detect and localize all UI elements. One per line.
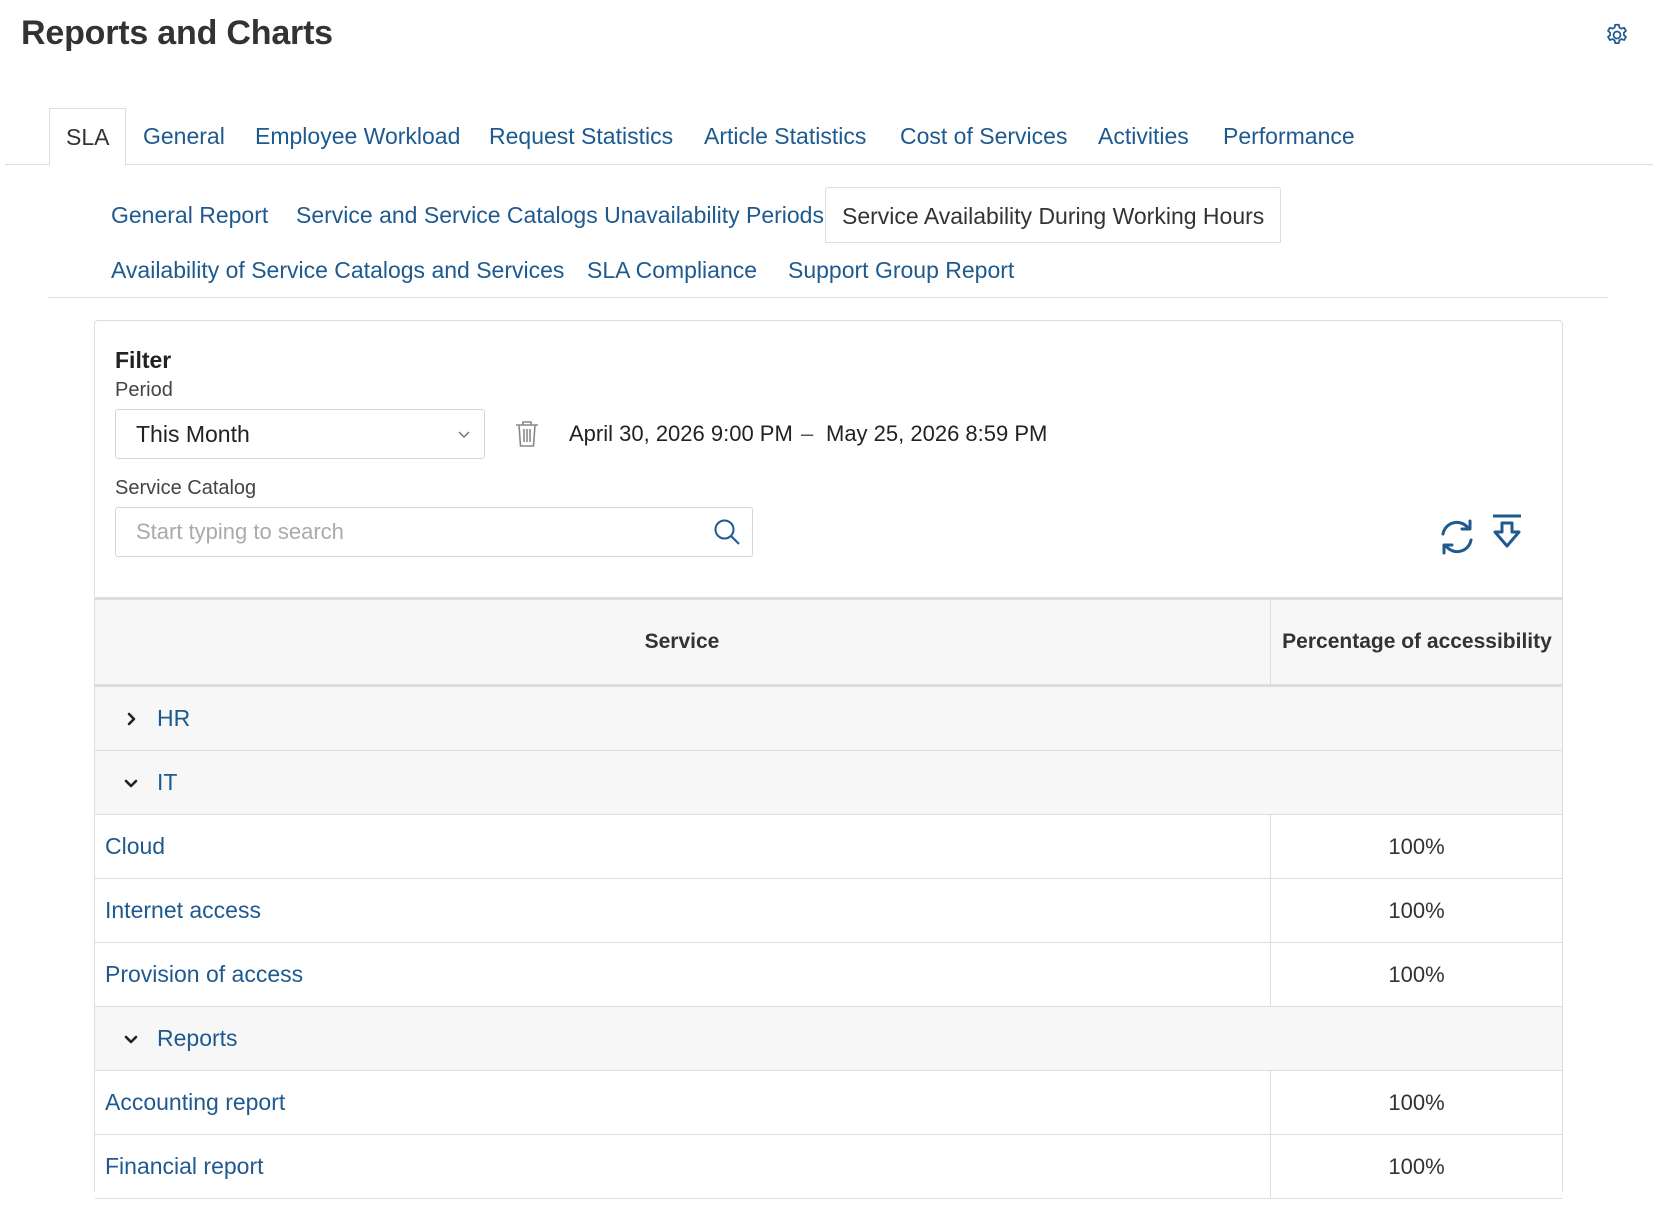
tab-cost-of-services[interactable]: Cost of Services: [900, 108, 1067, 165]
period-select[interactable]: This Month: [115, 409, 485, 459]
service-link[interactable]: Provision of access: [105, 943, 303, 1006]
group-label[interactable]: IT: [157, 751, 177, 814]
tab-general[interactable]: General: [143, 108, 225, 165]
chevron-down-icon: [124, 779, 138, 788]
percentage-value: 100%: [1388, 962, 1445, 987]
download-icon: [1493, 514, 1521, 548]
report-category-tabs: SLA General Employee Workload Request St…: [5, 108, 1653, 166]
service-catalog-label: Service Catalog: [115, 477, 257, 499]
subtab-unavailability-periods[interactable]: Service and Service Catalogs Unavailabil…: [296, 187, 824, 243]
table-row: Internet access 100%: [95, 879, 1562, 943]
tab-performance[interactable]: Performance: [1223, 108, 1355, 165]
group-label[interactable]: Reports: [157, 1007, 238, 1070]
percentage-value: 100%: [1388, 1154, 1445, 1179]
percentage-value: 100%: [1388, 1090, 1445, 1115]
search-icon: [714, 519, 740, 545]
tab-request-statistics[interactable]: Request Statistics: [489, 108, 673, 165]
percentage-value: 100%: [1388, 834, 1445, 859]
refresh-button[interactable]: [1437, 517, 1477, 557]
table-header: Service Percentage of accessibility: [95, 600, 1562, 687]
subtab-availability-working-hours[interactable]: Service Availability During Working Hour…: [825, 187, 1282, 243]
table-row: Provision of access 100%: [95, 943, 1562, 1007]
subtab-sla-compliance[interactable]: SLA Compliance: [587, 242, 757, 298]
sla-report-tabs: General Report Service and Service Catal…: [48, 187, 1608, 298]
service-link[interactable]: Internet access: [105, 879, 261, 942]
date-to: May 25, 2026 8:59 PM: [826, 421, 1048, 446]
tab-sla[interactable]: SLA: [49, 108, 127, 166]
tab-employee-workload[interactable]: Employee Workload: [255, 108, 460, 165]
report-panel: Filter Period This Month April 30, 2026 …: [94, 320, 1563, 1199]
service-link[interactable]: Accounting report: [105, 1071, 285, 1134]
date-from: April 30, 2026 9:00 PM: [569, 421, 793, 446]
service-link[interactable]: Cloud: [105, 815, 165, 878]
search-button[interactable]: [712, 517, 742, 547]
service-catalog-search: [115, 507, 753, 557]
filter-title: Filter: [115, 347, 172, 373]
chevron-down-icon: [458, 431, 470, 439]
tab-article-statistics[interactable]: Article Statistics: [704, 108, 866, 165]
percentage-value: 100%: [1388, 898, 1445, 923]
column-percentage: Percentage of accessibility: [1270, 600, 1563, 684]
service-catalog-input[interactable]: [117, 509, 715, 555]
availability-table: Service Percentage of accessibility HR I…: [95, 597, 1562, 1199]
group-row-it[interactable]: IT: [95, 751, 1562, 815]
period-label: Period: [115, 379, 173, 401]
subtab-availability-catalogs-services[interactable]: Availability of Service Catalogs and Ser…: [111, 242, 564, 298]
export-button[interactable]: [1490, 513, 1524, 553]
clear-period-button[interactable]: [513, 419, 541, 449]
chevron-down-icon: [124, 1035, 138, 1044]
tab-activities[interactable]: Activities: [1098, 108, 1189, 165]
group-row-hr[interactable]: HR: [95, 687, 1562, 751]
refresh-icon: [1441, 519, 1473, 555]
date-separator: –: [801, 421, 814, 446]
group-label[interactable]: HR: [157, 687, 190, 750]
group-row-reports[interactable]: Reports: [95, 1007, 1562, 1071]
period-select-value: This Month: [136, 421, 250, 447]
column-service: Service: [644, 630, 720, 653]
table-row: Accounting report 100%: [95, 1071, 1562, 1135]
subtab-support-group-report[interactable]: Support Group Report: [788, 242, 1014, 298]
table-row: Cloud 100%: [95, 815, 1562, 879]
table-row: Financial report 100%: [95, 1135, 1562, 1199]
service-link[interactable]: Financial report: [105, 1135, 264, 1198]
settings-button[interactable]: [1602, 20, 1632, 50]
gear-icon: [1607, 23, 1627, 44]
page-title: Reports and Charts: [21, 14, 333, 52]
chevron-right-icon: [127, 712, 136, 726]
subtab-general-report[interactable]: General Report: [111, 187, 268, 243]
trash-icon: [516, 421, 538, 447]
